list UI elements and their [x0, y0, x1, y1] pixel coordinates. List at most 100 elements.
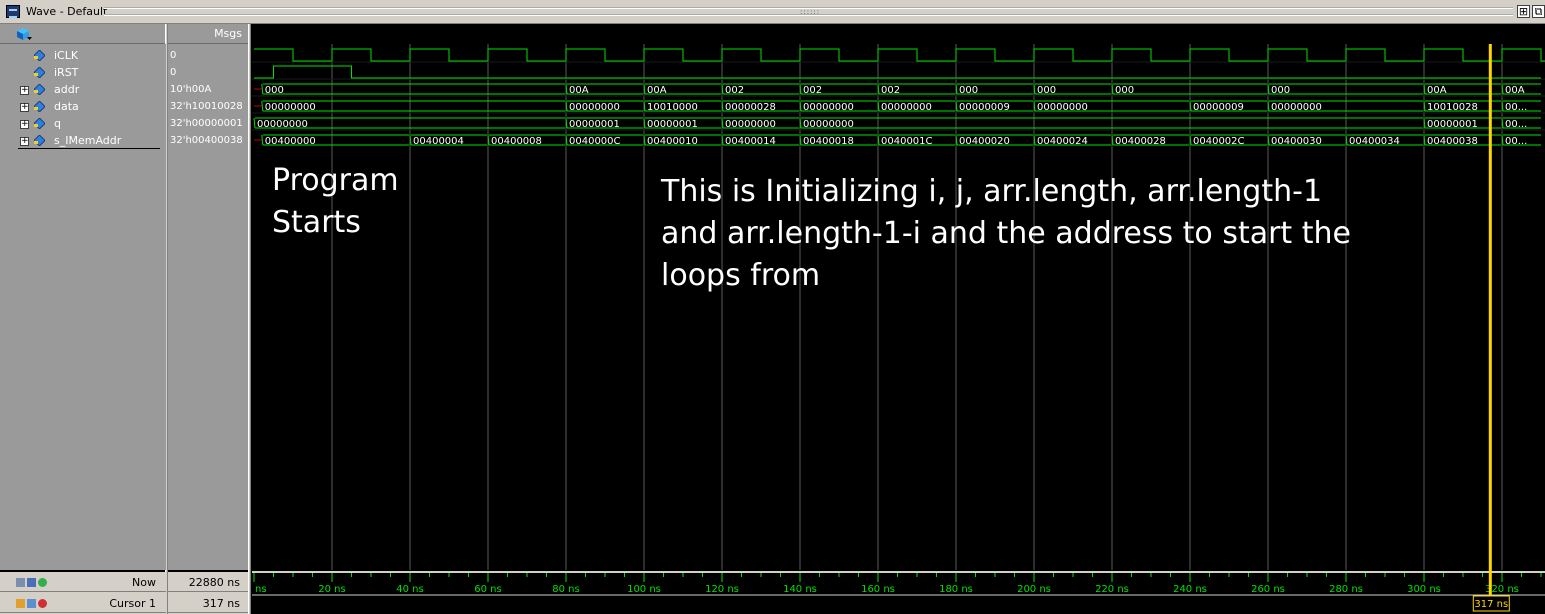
bus-value-label: 000	[265, 85, 284, 96]
signal-row-data[interactable]: + data	[0, 98, 166, 115]
ruler-tick-label: 200 ns	[1017, 584, 1051, 595]
ruler-tick-label: 280 ns	[1329, 584, 1363, 595]
now-row: Now	[0, 572, 166, 592]
diamond-arrow	[34, 107, 38, 110]
signal-diamond-icon	[34, 84, 45, 95]
annotation-initializing: This is Initializing i, j, arr.length, a…	[661, 174, 1351, 293]
diamond-shape	[34, 135, 45, 146]
bus-value-label: 00000000	[881, 102, 932, 113]
bus-value-label: 00400004	[413, 136, 464, 147]
values-splitter[interactable]	[248, 24, 251, 614]
bus-value-label: 0040001C	[881, 136, 933, 147]
signal-row-q[interactable]: + q	[0, 115, 166, 132]
ruler-tick-label: 240 ns	[1173, 584, 1207, 595]
bus-value-label: 00000001	[647, 119, 698, 130]
ruler-tick-label: 20 ns	[318, 584, 345, 595]
bus-value-label: 00400018	[803, 136, 854, 147]
bus-value-label: 00A	[569, 85, 589, 96]
cursor-row-icons	[16, 596, 49, 609]
signal-value: 32'h00000001	[170, 118, 243, 129]
signal-value: 32'h10010028	[170, 101, 243, 112]
bus-value-label: 00...	[1505, 136, 1527, 147]
bus-value-label: 00000009	[1193, 102, 1244, 113]
bus-value-label: 002	[725, 85, 744, 96]
expand-icon[interactable]: +	[20, 86, 29, 95]
cursor-flag-label: 317 ns	[1474, 599, 1508, 610]
bus-value-label: 00400008	[491, 136, 542, 147]
bus-value-label: 00000001	[1427, 119, 1478, 130]
selection-underline	[18, 148, 160, 149]
bus-value-label: 00000000	[257, 119, 308, 130]
now-label: Now	[132, 576, 156, 589]
diamond-arrow	[34, 124, 38, 127]
signal-row-iRST[interactable]: iRST	[0, 64, 166, 81]
footer-names: Now Cursor 1	[0, 572, 166, 614]
signal-diamond-icon	[34, 118, 45, 129]
bus-s_IMemAddr: 00400000 00400004 00400008 0040000C 00400010…	[254, 134, 1541, 147]
bus-value-label: 00000028	[725, 102, 776, 113]
signal-name: iCLK	[54, 49, 79, 62]
bus-addr: 000 00A 00A 002 002 002 000 000 000 000 00A 00A	[254, 83, 1541, 96]
cursor-value[interactable]: 317 ns	[203, 597, 240, 610]
bus-value-label: 002	[803, 85, 822, 96]
bus-value-label: 00400010	[647, 136, 698, 147]
bus-value-label: 000	[959, 85, 978, 96]
bus-q: 00000000 00000001 00000001 00000000 00000000…	[253, 117, 1541, 130]
signal-value: 0	[170, 50, 177, 61]
diamond-arrow	[34, 90, 38, 93]
bus-value-label: 002	[881, 85, 900, 96]
signal-name: addr	[54, 83, 80, 96]
ruler-tick-label: 300 ns	[1407, 584, 1441, 595]
expand-icon[interactable]: +	[20, 137, 29, 146]
irst-waveform	[254, 65, 1541, 79]
bus-value-label: 00000001	[569, 119, 620, 130]
signal-row-s_IMemAddr[interactable]: + s_IMemAddr	[0, 132, 166, 149]
diamond-arrow	[34, 141, 38, 144]
signal-diamond-icon	[34, 50, 45, 61]
wave-tool-icon[interactable]	[16, 577, 25, 587]
diamond-shape	[34, 118, 45, 129]
add-cursor-icon[interactable]	[38, 577, 47, 587]
ruler-tick-label: 80 ns	[552, 584, 579, 595]
bus-value-label: 000	[1037, 85, 1056, 96]
bus-transition	[261, 100, 264, 112]
signal-diamond-icon	[34, 67, 45, 78]
ruler-tick-label: ns	[255, 584, 267, 595]
bus-value-label: 00000000	[1037, 102, 1088, 113]
signal-value: 10'h00A	[170, 84, 212, 95]
dock-button[interactable]: ⊞	[1517, 5, 1530, 18]
bus-value-label: 00000000	[803, 102, 854, 113]
waveform-pane[interactable]: 000 00A 00A 002 002 002 000 000 000 000 00A 00A 0000…	[252, 44, 1545, 570]
now-row-icons	[16, 575, 49, 588]
bus-value-label: 00400030	[1271, 136, 1322, 147]
now-value-row: 22880 ns	[168, 572, 248, 592]
ruler-tick-label: 260 ns	[1251, 584, 1285, 595]
titlebar-grip-dots: ::::::	[800, 8, 821, 16]
bus-transition	[261, 83, 264, 95]
signal-row-addr[interactable]: + addr	[0, 81, 166, 98]
ruler-tick-label: 120 ns	[705, 584, 739, 595]
edit-cursor-icon[interactable]	[27, 598, 36, 608]
cursor-value-row: 317 ns	[168, 593, 248, 613]
signal-diamond-icon	[34, 101, 45, 112]
bus-value-label: 10010000	[647, 102, 698, 113]
lock-icon[interactable]	[16, 598, 25, 608]
signal-names-pane: iCLK iRST + addr + data + q + s_IMemAddr	[0, 44, 166, 570]
bus-value-label: 0040000C	[569, 136, 621, 147]
ruler-tick-label: 100 ns	[627, 584, 661, 595]
monitor-icon[interactable]	[27, 577, 36, 587]
bus-value-label: 00400014	[725, 136, 776, 147]
bus-value-label: 00000000	[1271, 102, 1322, 113]
cube-dropdown-icon[interactable]	[16, 27, 32, 41]
timeline-ruler[interactable]: ns 20 ns 40 ns 60 ns 80 ns 100 ns 120 ns 140 ns…	[252, 570, 1545, 614]
signal-value: 32'h00400038	[170, 135, 243, 146]
bus-value-label: 00400020	[959, 136, 1010, 147]
window-titlebar[interactable]: Wave - Default :::::: ⊞ ⧉	[0, 0, 1545, 24]
expand-icon[interactable]: +	[20, 120, 29, 129]
delete-cursor-icon[interactable]	[38, 598, 47, 608]
expand-icon[interactable]: +	[20, 103, 29, 112]
undock-button[interactable]: ⧉	[1532, 5, 1545, 18]
signal-row-iCLK[interactable]: iCLK	[0, 47, 166, 64]
bus-value-label: 00A	[1427, 85, 1447, 96]
bus-value-label: 000	[1115, 85, 1134, 96]
